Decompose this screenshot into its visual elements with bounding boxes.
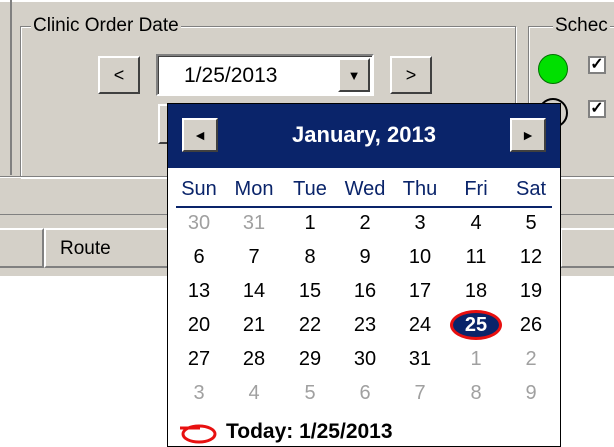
schedule-label: Schec bbox=[553, 15, 610, 37]
weekday-label: Tue bbox=[293, 178, 327, 200]
calendar-day-other-month[interactable]: 9 bbox=[511, 382, 551, 405]
weekday-label: Fri bbox=[464, 178, 488, 200]
calendar-day[interactable]: 4 bbox=[456, 212, 496, 235]
weekday-label: Thu bbox=[402, 178, 438, 200]
calendar-day[interactable]: 8 bbox=[290, 246, 330, 269]
calendar-day-other-month[interactable]: 5 bbox=[290, 382, 330, 405]
calendar-day[interactable]: 27 bbox=[179, 348, 219, 371]
order-date-picker[interactable]: 1/25/2013 ▼ bbox=[156, 54, 374, 96]
calendar-day[interactable]: 31 bbox=[400, 348, 440, 371]
triangle-right-icon: ► bbox=[521, 127, 535, 143]
next-date-button[interactable]: > bbox=[390, 56, 432, 94]
route-column-label: Route bbox=[60, 238, 111, 259]
calendar-day[interactable]: 29 bbox=[290, 348, 330, 371]
calendar-day[interactable]: 1 bbox=[290, 212, 330, 235]
weekday-label: Mon bbox=[234, 178, 274, 200]
calendar-day[interactable]: 19 bbox=[511, 280, 551, 303]
green-status-icon bbox=[538, 54, 568, 84]
calendar-day[interactable]: 7 bbox=[234, 246, 274, 269]
next-column-header[interactable] bbox=[560, 228, 614, 268]
calendar-day[interactable]: 30 bbox=[345, 348, 385, 371]
calendar-day[interactable]: 13 bbox=[179, 280, 219, 303]
calendar-day-other-month[interactable]: 2 bbox=[511, 348, 551, 371]
next-date-label: > bbox=[405, 64, 417, 85]
calendar-day-other-month[interactable]: 1 bbox=[456, 348, 496, 371]
panel-top-highlight bbox=[0, 0, 614, 2]
calendar-day[interactable]: 28 bbox=[234, 348, 274, 371]
calendar-day[interactable]: 25 bbox=[456, 314, 496, 337]
weekday-label: Sun bbox=[181, 178, 217, 200]
calendar-header: ◄ January, 2013 ► bbox=[168, 104, 560, 168]
calendar-month-title: January, 2013 bbox=[292, 122, 436, 147]
today-marker-icon bbox=[180, 424, 217, 444]
weekday-label: Sat bbox=[515, 178, 547, 200]
schedule-checkbox-2[interactable]: ✓ bbox=[588, 100, 606, 118]
check-icon: ✓ bbox=[590, 56, 604, 73]
calendar-day-other-month[interactable]: 4 bbox=[234, 382, 274, 405]
previous-date-button[interactable]: < bbox=[98, 56, 140, 94]
calendar-day[interactable]: 11 bbox=[456, 246, 496, 269]
calendar-day-other-month[interactable]: 3 bbox=[179, 382, 219, 405]
clinic-order-date-label: Clinic Order Date bbox=[31, 15, 181, 37]
previous-date-label: < bbox=[113, 64, 125, 85]
schedule-checkbox-1[interactable]: ✓ bbox=[588, 56, 606, 74]
date-dropdown-button[interactable]: ▼ bbox=[338, 58, 370, 92]
calendar-day[interactable]: 14 bbox=[234, 280, 274, 303]
calendar-day[interactable]: 26 bbox=[511, 314, 551, 337]
order-date-value: 1/25/2013 bbox=[184, 64, 278, 87]
weekday-underline bbox=[176, 206, 552, 208]
calendar-day-other-month[interactable]: 31 bbox=[234, 212, 274, 235]
route-column-header[interactable]: Route bbox=[44, 228, 174, 268]
calendar-day[interactable]: 3 bbox=[400, 212, 440, 235]
calendar-day[interactable]: 5 bbox=[511, 212, 551, 235]
calendar-day-other-month[interactable]: 8 bbox=[456, 382, 496, 405]
calendar-day[interactable]: 12 bbox=[511, 246, 551, 269]
calendar-day[interactable]: 10 bbox=[400, 246, 440, 269]
calendar-day[interactable]: 2 bbox=[345, 212, 385, 235]
weekday-header: Sun Mon Tue Wed Thu Fri Sat bbox=[168, 178, 560, 206]
grid-row-header[interactable] bbox=[0, 228, 44, 268]
calendar-day[interactable]: 20 bbox=[179, 314, 219, 337]
panel-left-divider bbox=[10, 0, 12, 175]
calendar-day[interactable]: 18 bbox=[456, 280, 496, 303]
calendar-day[interactable]: 16 bbox=[345, 280, 385, 303]
chevron-down-icon: ▼ bbox=[347, 67, 361, 83]
check-icon: ✓ bbox=[590, 100, 604, 117]
calendar-popup: ◄ January, 2013 ► Sun Mon Tue Wed Thu Fr… bbox=[167, 103, 561, 447]
calendar-day[interactable]: 15 bbox=[290, 280, 330, 303]
calendar-day[interactable]: 24 bbox=[400, 314, 440, 337]
calendar-day[interactable]: 6 bbox=[179, 246, 219, 269]
calendar-day[interactable]: 17 bbox=[400, 280, 440, 303]
calendar-day[interactable]: 23 bbox=[345, 314, 385, 337]
weekday-label: Wed bbox=[344, 178, 386, 200]
calendar-day[interactable]: 9 bbox=[345, 246, 385, 269]
calendar-day-other-month[interactable]: 30 bbox=[179, 212, 219, 235]
calendar-day[interactable]: 22 bbox=[290, 314, 330, 337]
calendar-day[interactable]: 21 bbox=[234, 314, 274, 337]
calendar-day-other-month[interactable]: 7 bbox=[400, 382, 440, 405]
calendar-day-other-month[interactable]: 6 bbox=[345, 382, 385, 405]
next-month-button[interactable]: ► bbox=[510, 118, 546, 152]
today-label: Today: 1/25/2013 bbox=[226, 420, 393, 443]
